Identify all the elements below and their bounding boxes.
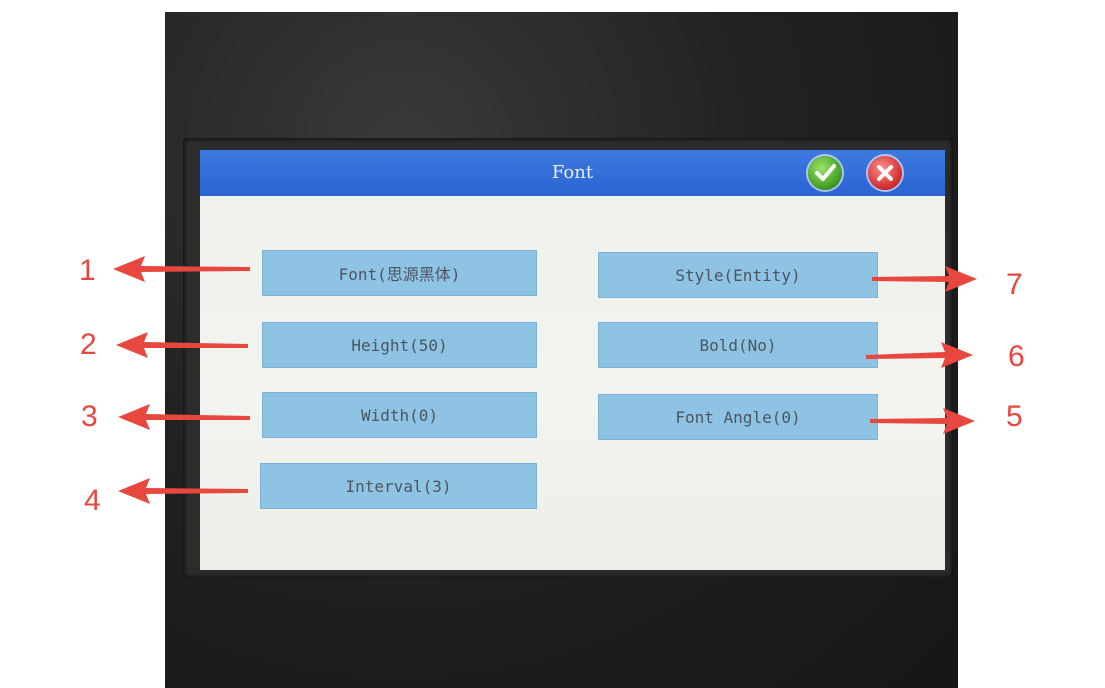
callout-number-5: 5 (1006, 400, 1023, 433)
close-icon (877, 165, 893, 181)
font-angle-option-button[interactable]: Font Angle(0) (598, 394, 878, 440)
callout-arrow-1 (113, 256, 250, 282)
callout-arrow-5 (870, 408, 975, 434)
callout-arrow-2 (116, 332, 248, 358)
callout-number-6: 6 (1008, 340, 1025, 373)
callout-number-2: 2 (80, 328, 97, 361)
callout-arrow-3 (118, 404, 250, 430)
callout-number-1: 1 (79, 254, 96, 287)
title-bar: Font (200, 150, 945, 196)
height-option-button[interactable]: Height(50) (262, 322, 537, 368)
interval-option-button[interactable]: Interval(3) (260, 463, 537, 509)
callout-arrow-7 (872, 266, 977, 292)
style-option-button[interactable]: Style(Entity) (598, 252, 878, 298)
check-icon (815, 164, 836, 181)
callout-arrow-6 (866, 342, 973, 368)
callout-number-3: 3 (81, 400, 98, 433)
width-option-button[interactable]: Width(0) (262, 392, 537, 438)
font-option-button[interactable]: Font(思源黑体) (262, 250, 537, 296)
callout-arrow-4 (118, 478, 248, 504)
bold-option-button[interactable]: Bold(No) (598, 322, 878, 368)
callout-number-4: 4 (84, 484, 101, 517)
close-button[interactable] (868, 156, 902, 190)
callout-number-7: 7 (1006, 268, 1023, 301)
confirm-button[interactable] (808, 156, 842, 190)
font-dialog: Font Font(思源黑体) Height(50) Width(0) Inte… (200, 150, 945, 570)
